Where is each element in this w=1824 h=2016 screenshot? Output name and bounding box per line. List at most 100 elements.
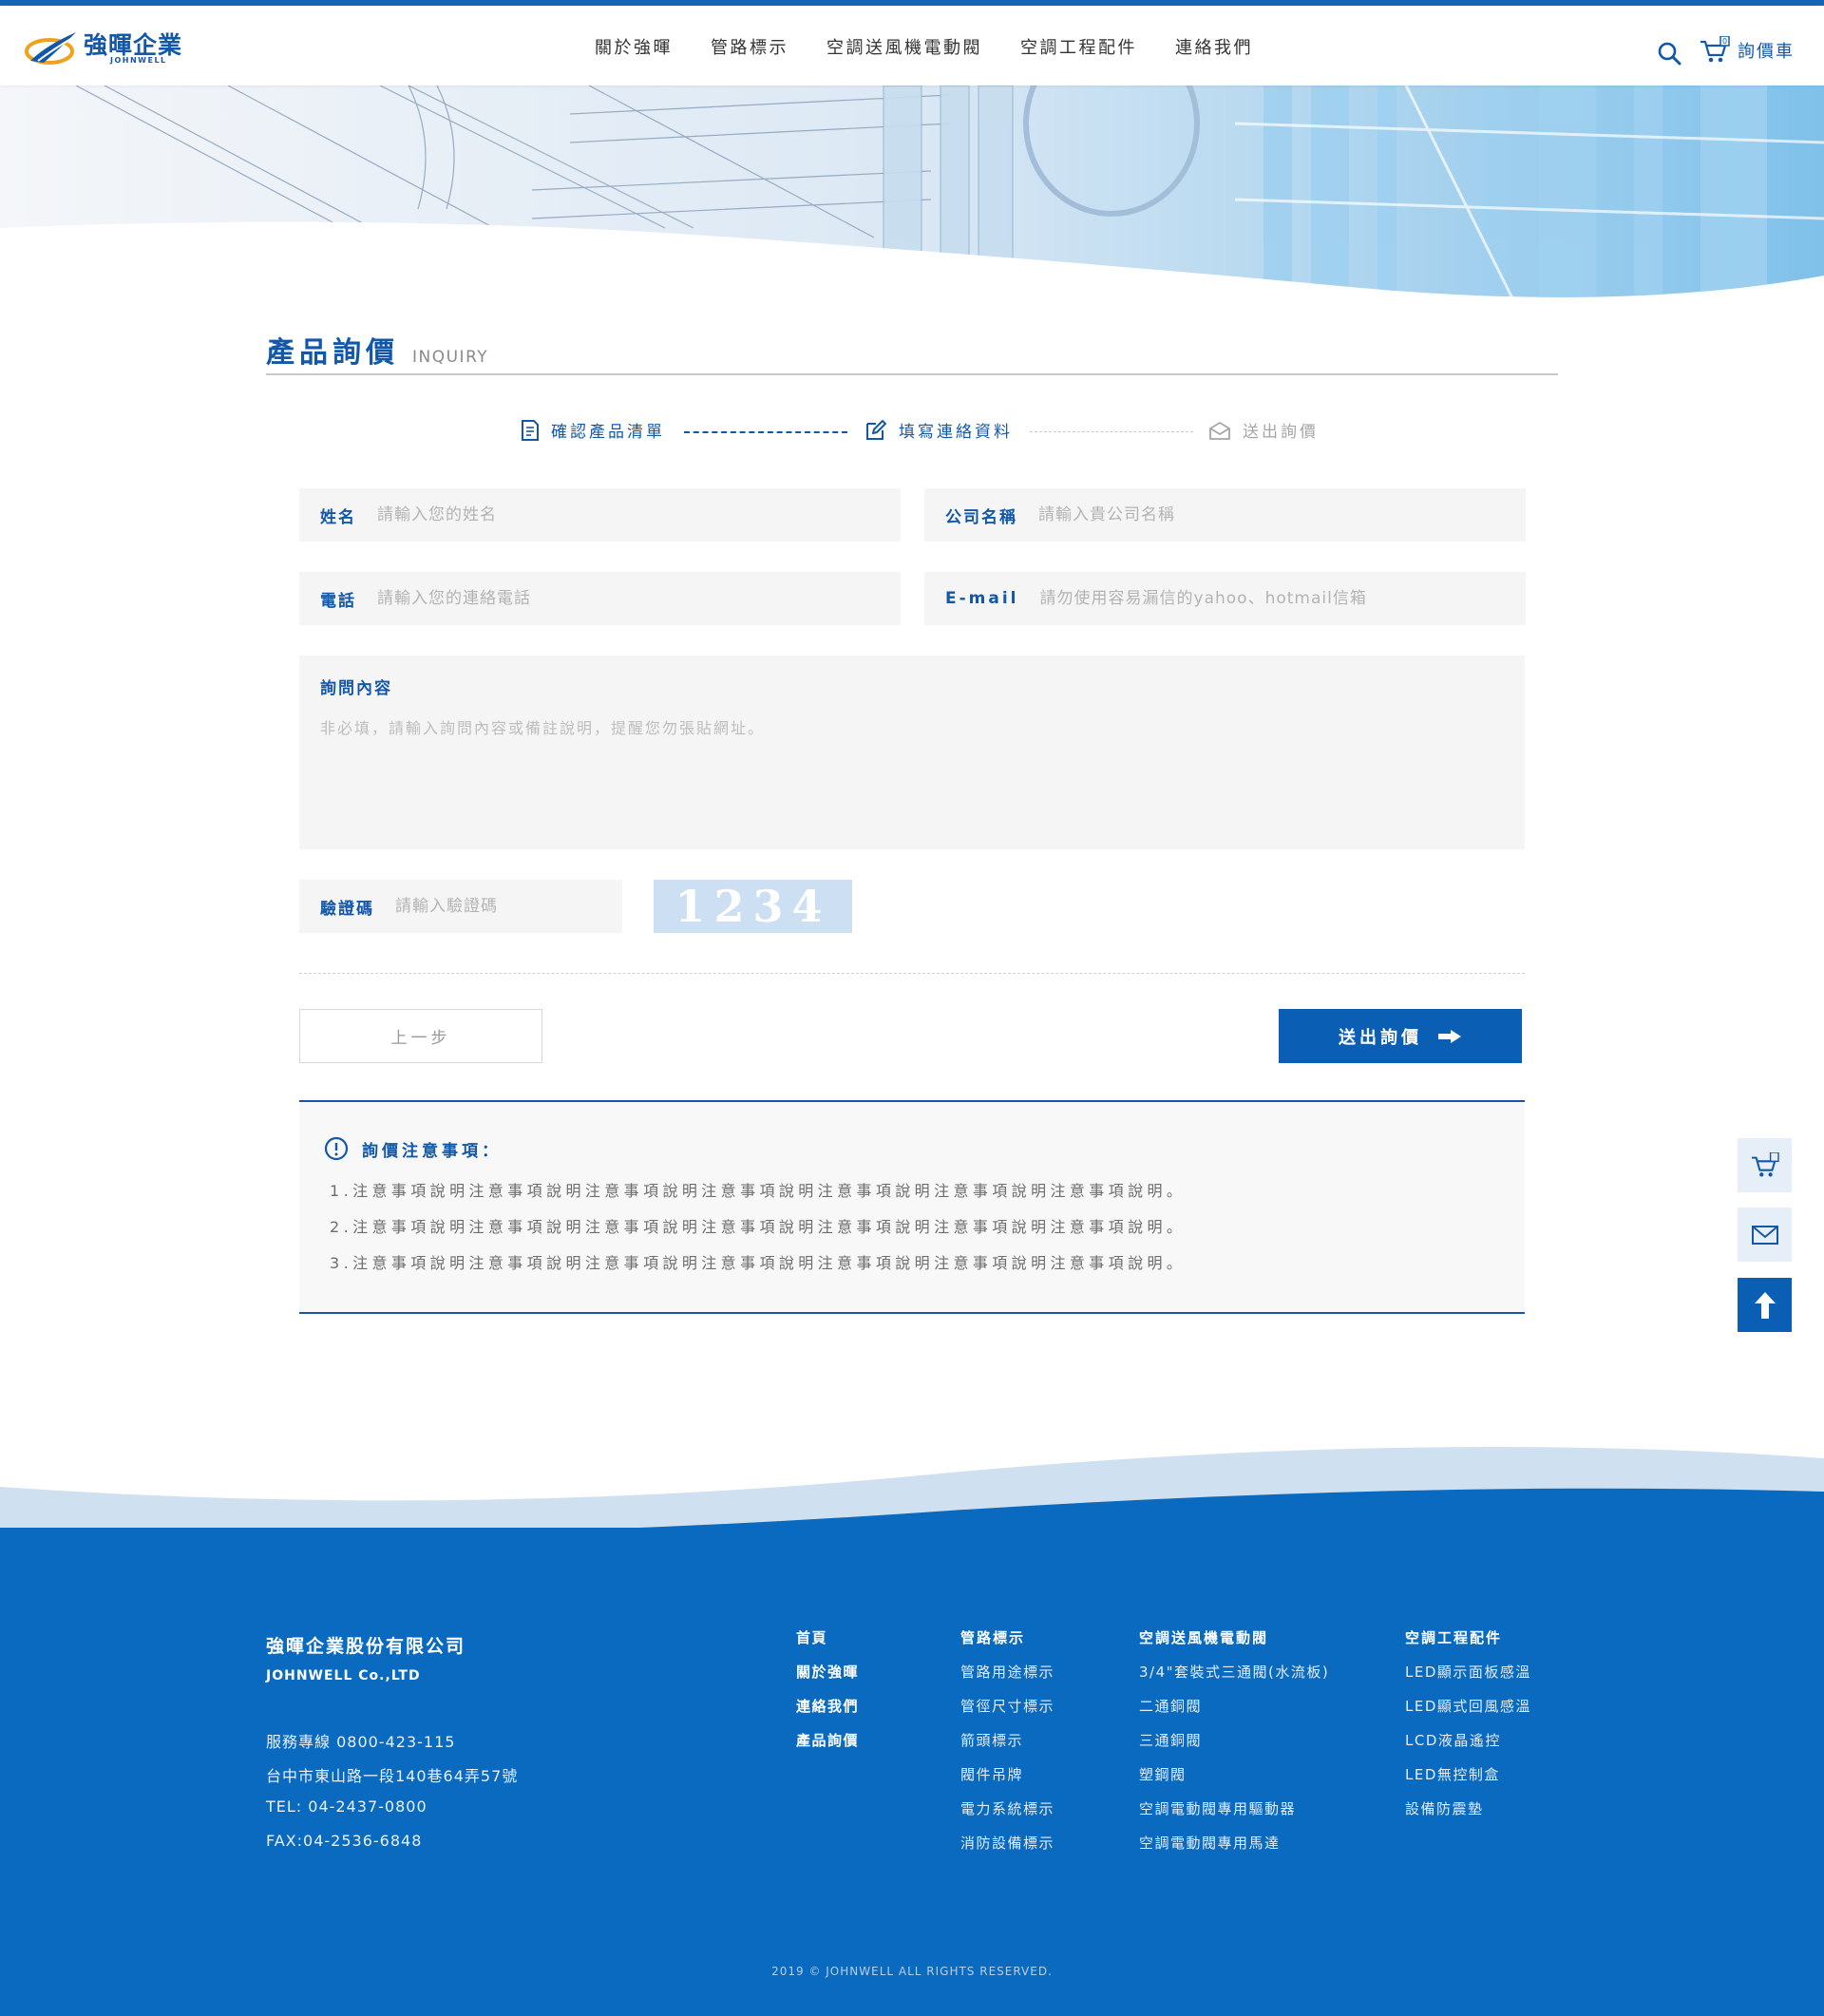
- nav-item-hvac-accessories[interactable]: 空調工程配件: [1020, 34, 1137, 59]
- step-fill-contact: 填寫連絡資料: [864, 418, 1013, 442]
- footer-col-title[interactable]: 空調工程配件: [1405, 1627, 1531, 1662]
- message-textarea[interactable]: [320, 715, 1504, 839]
- footer-link[interactable]: 二通銅閥: [1139, 1696, 1329, 1730]
- brand-logo[interactable]: 強暉企業 JOHNWELL: [25, 27, 186, 68]
- footer-col-title[interactable]: 空調送風機電動閥: [1139, 1627, 1329, 1662]
- step-send-inquiry: 送出詢價: [1208, 418, 1319, 442]
- inquiry-cart-link[interactable]: 0 詢價車: [1700, 36, 1795, 65]
- footer-link[interactable]: 塑鋼閥: [1139, 1764, 1329, 1798]
- footer-company-en: JOHNWELL Co.,LTD: [266, 1668, 421, 1683]
- footer-col-hvac-accessories: 空調工程配件 LED顯示面板感溫 LED顯式回風感溫 LCD液晶遙控 LED無控…: [1405, 1627, 1531, 1833]
- step-confirm-list: 確認產品清單: [521, 418, 665, 442]
- cart-label: 詢價車: [1738, 42, 1795, 62]
- footer-link[interactable]: 設備防震墊: [1405, 1798, 1531, 1833]
- inquiry-notice: 詢價注意事項： 1.注意事項說明注意事項說明注意事項說明注意事項說明注意事項說明…: [299, 1100, 1525, 1314]
- main-nav: 關於強暉 管路標示 空調送風機電動閥 空調工程配件 連絡我們: [595, 34, 1253, 59]
- footer-company-name: 強暉企業股份有限公司: [266, 1636, 466, 1657]
- captcha-field: 驗證碼: [299, 880, 622, 933]
- step-label: 送出詢價: [1243, 423, 1319, 442]
- mail-icon: [1751, 1225, 1778, 1245]
- arrow-right-icon: [1438, 1029, 1461, 1043]
- footer-link[interactable]: 管徑尺寸標示: [960, 1696, 1054, 1730]
- nav-item-about[interactable]: 關於強暉: [595, 34, 673, 59]
- nav-item-contact[interactable]: 連絡我們: [1175, 34, 1253, 59]
- exclamation-circle-icon: [324, 1136, 349, 1161]
- page-title-en: INQUIRY: [412, 348, 489, 367]
- captcha-input[interactable]: [395, 897, 622, 916]
- footer-link-home[interactable]: 首頁: [796, 1627, 859, 1662]
- footer-address: 台中市東山路一段140巷64弄57號: [266, 1767, 519, 1785]
- cart-icon: 0: [1700, 36, 1730, 63]
- notice-header: 詢價注意事項：: [324, 1136, 502, 1161]
- notice-title: 詢價注意事項：: [362, 1141, 502, 1161]
- footer-link[interactable]: LED顯式回風感溫: [1405, 1696, 1531, 1730]
- email-input[interactable]: [1039, 589, 1526, 608]
- captcha-label: 驗證碼: [320, 899, 374, 919]
- phone-label: 電話: [320, 591, 356, 611]
- page-title: 產品詢價 INQUIRY: [266, 329, 488, 371]
- message-label: 詢問內容: [320, 679, 392, 698]
- footer-link[interactable]: LED顯示面板感溫: [1405, 1662, 1531, 1696]
- company-input[interactable]: [1038, 505, 1526, 524]
- logo-swoosh-icon: [25, 32, 76, 65]
- footer-link[interactable]: 消防設備標示: [960, 1833, 1054, 1867]
- copyright: 2019 © JOHNWELL ALL RIGHTS RESERVED.: [771, 1965, 1053, 1978]
- footer-link[interactable]: 3/4"套裝式三通閥(水流板): [1139, 1662, 1329, 1696]
- notice-line: 3.注意事項說明注意事項說明注意事項說明注意事項說明注意事項說明注意事項說明注意…: [330, 1254, 1187, 1272]
- submit-inquiry-button[interactable]: 送出詢價: [1279, 1009, 1522, 1063]
- site-header: 強暉企業 JOHNWELL 關於強暉 管路標示 空調送風機電動閥 空調工程配件 …: [0, 6, 1824, 86]
- step-connector: [1030, 431, 1193, 432]
- footer-link-contact[interactable]: 連絡我們: [796, 1696, 859, 1730]
- footer-link[interactable]: 管路用途標示: [960, 1662, 1054, 1696]
- footer-quick-links: 首頁 關於強暉 連絡我們 產品詢價: [796, 1627, 859, 1764]
- form-divider: [299, 973, 1525, 974]
- step-label: 確認產品清單: [551, 423, 665, 442]
- name-input[interactable]: [377, 505, 901, 524]
- footer-link[interactable]: 三通銅閥: [1139, 1730, 1329, 1764]
- nav-item-hvac-valves[interactable]: 空調送風機電動閥: [826, 34, 982, 59]
- footer-link[interactable]: 箭頭標示: [960, 1730, 1054, 1764]
- cart-count: 0: [1722, 37, 1727, 46]
- phone-input[interactable]: [377, 589, 901, 608]
- message-field: 詢問內容: [299, 656, 1525, 849]
- list-icon: [522, 419, 539, 441]
- step-connector: [684, 431, 847, 433]
- side-cart-button[interactable]: [1738, 1138, 1792, 1192]
- page-title-zh: 產品詢價: [266, 336, 399, 370]
- side-mail-button[interactable]: [1738, 1208, 1792, 1262]
- footer-link-inquiry[interactable]: 產品詢價: [796, 1730, 859, 1764]
- footer-link[interactable]: LED無控制盒: [1405, 1764, 1531, 1798]
- footer-col-hvac-valves: 空調送風機電動閥 3/4"套裝式三通閥(水流板) 二通銅閥 三通銅閥 塑鋼閥 空…: [1139, 1627, 1329, 1867]
- captcha-image[interactable]: 1234: [654, 880, 852, 933]
- footer-link[interactable]: 電力系統標示: [960, 1798, 1054, 1833]
- footer-col-pipe-labels: 管路標示 管路用途標示 管徑尺寸標示 箭頭標示 閥件吊牌 電力系統標示 消防設備…: [960, 1627, 1054, 1867]
- footer-link[interactable]: 閥件吊牌: [960, 1764, 1054, 1798]
- footer-link[interactable]: 空調電動閥專用馬達: [1139, 1833, 1329, 1867]
- name-label: 姓名: [320, 507, 356, 527]
- site-footer: 強暉企業股份有限公司 JOHNWELL Co.,LTD 服務專線 0800-42…: [0, 1528, 1824, 2016]
- name-field: 姓名: [299, 488, 901, 542]
- hero-banner: [0, 86, 1824, 314]
- footer-link-about[interactable]: 關於強暉: [796, 1662, 859, 1696]
- footer-link[interactable]: 空調電動閥專用驅動器: [1139, 1798, 1329, 1833]
- footer-fax: FAX:04-2536-6848: [266, 1832, 423, 1850]
- search-icon[interactable]: [1657, 41, 1682, 66]
- footer-tel: TEL: 04-2437-0800: [266, 1797, 428, 1816]
- footer-link[interactable]: LCD液晶遙控: [1405, 1730, 1531, 1764]
- footer-hotline: 服務專線 0800-423-115: [266, 1733, 456, 1751]
- email-label: E-mail: [945, 589, 1019, 608]
- nav-item-pipe-labels[interactable]: 管路標示: [711, 34, 788, 59]
- progress-steps: 確認產品清單 填寫連絡資料 送出詢價: [521, 418, 1328, 447]
- notice-line: 2.注意事項說明注意事項說明注意事項說明注意事項說明注意事項說明注意事項說明注意…: [330, 1218, 1187, 1236]
- footer-wave: [0, 1447, 1824, 1549]
- arrow-up-icon: [1754, 1291, 1776, 1319]
- prev-step-button[interactable]: 上一步: [299, 1009, 542, 1063]
- email-field: E-mail: [924, 572, 1526, 625]
- title-divider: [266, 373, 1558, 375]
- envelope-icon: [1209, 421, 1230, 440]
- phone-field: 電話: [299, 572, 901, 625]
- footer-col-title[interactable]: 管路標示: [960, 1627, 1054, 1662]
- logo-subtext: JOHNWELL: [110, 56, 167, 65]
- submit-label: 送出詢價: [1339, 1027, 1422, 1048]
- back-to-top-button[interactable]: [1738, 1278, 1792, 1332]
